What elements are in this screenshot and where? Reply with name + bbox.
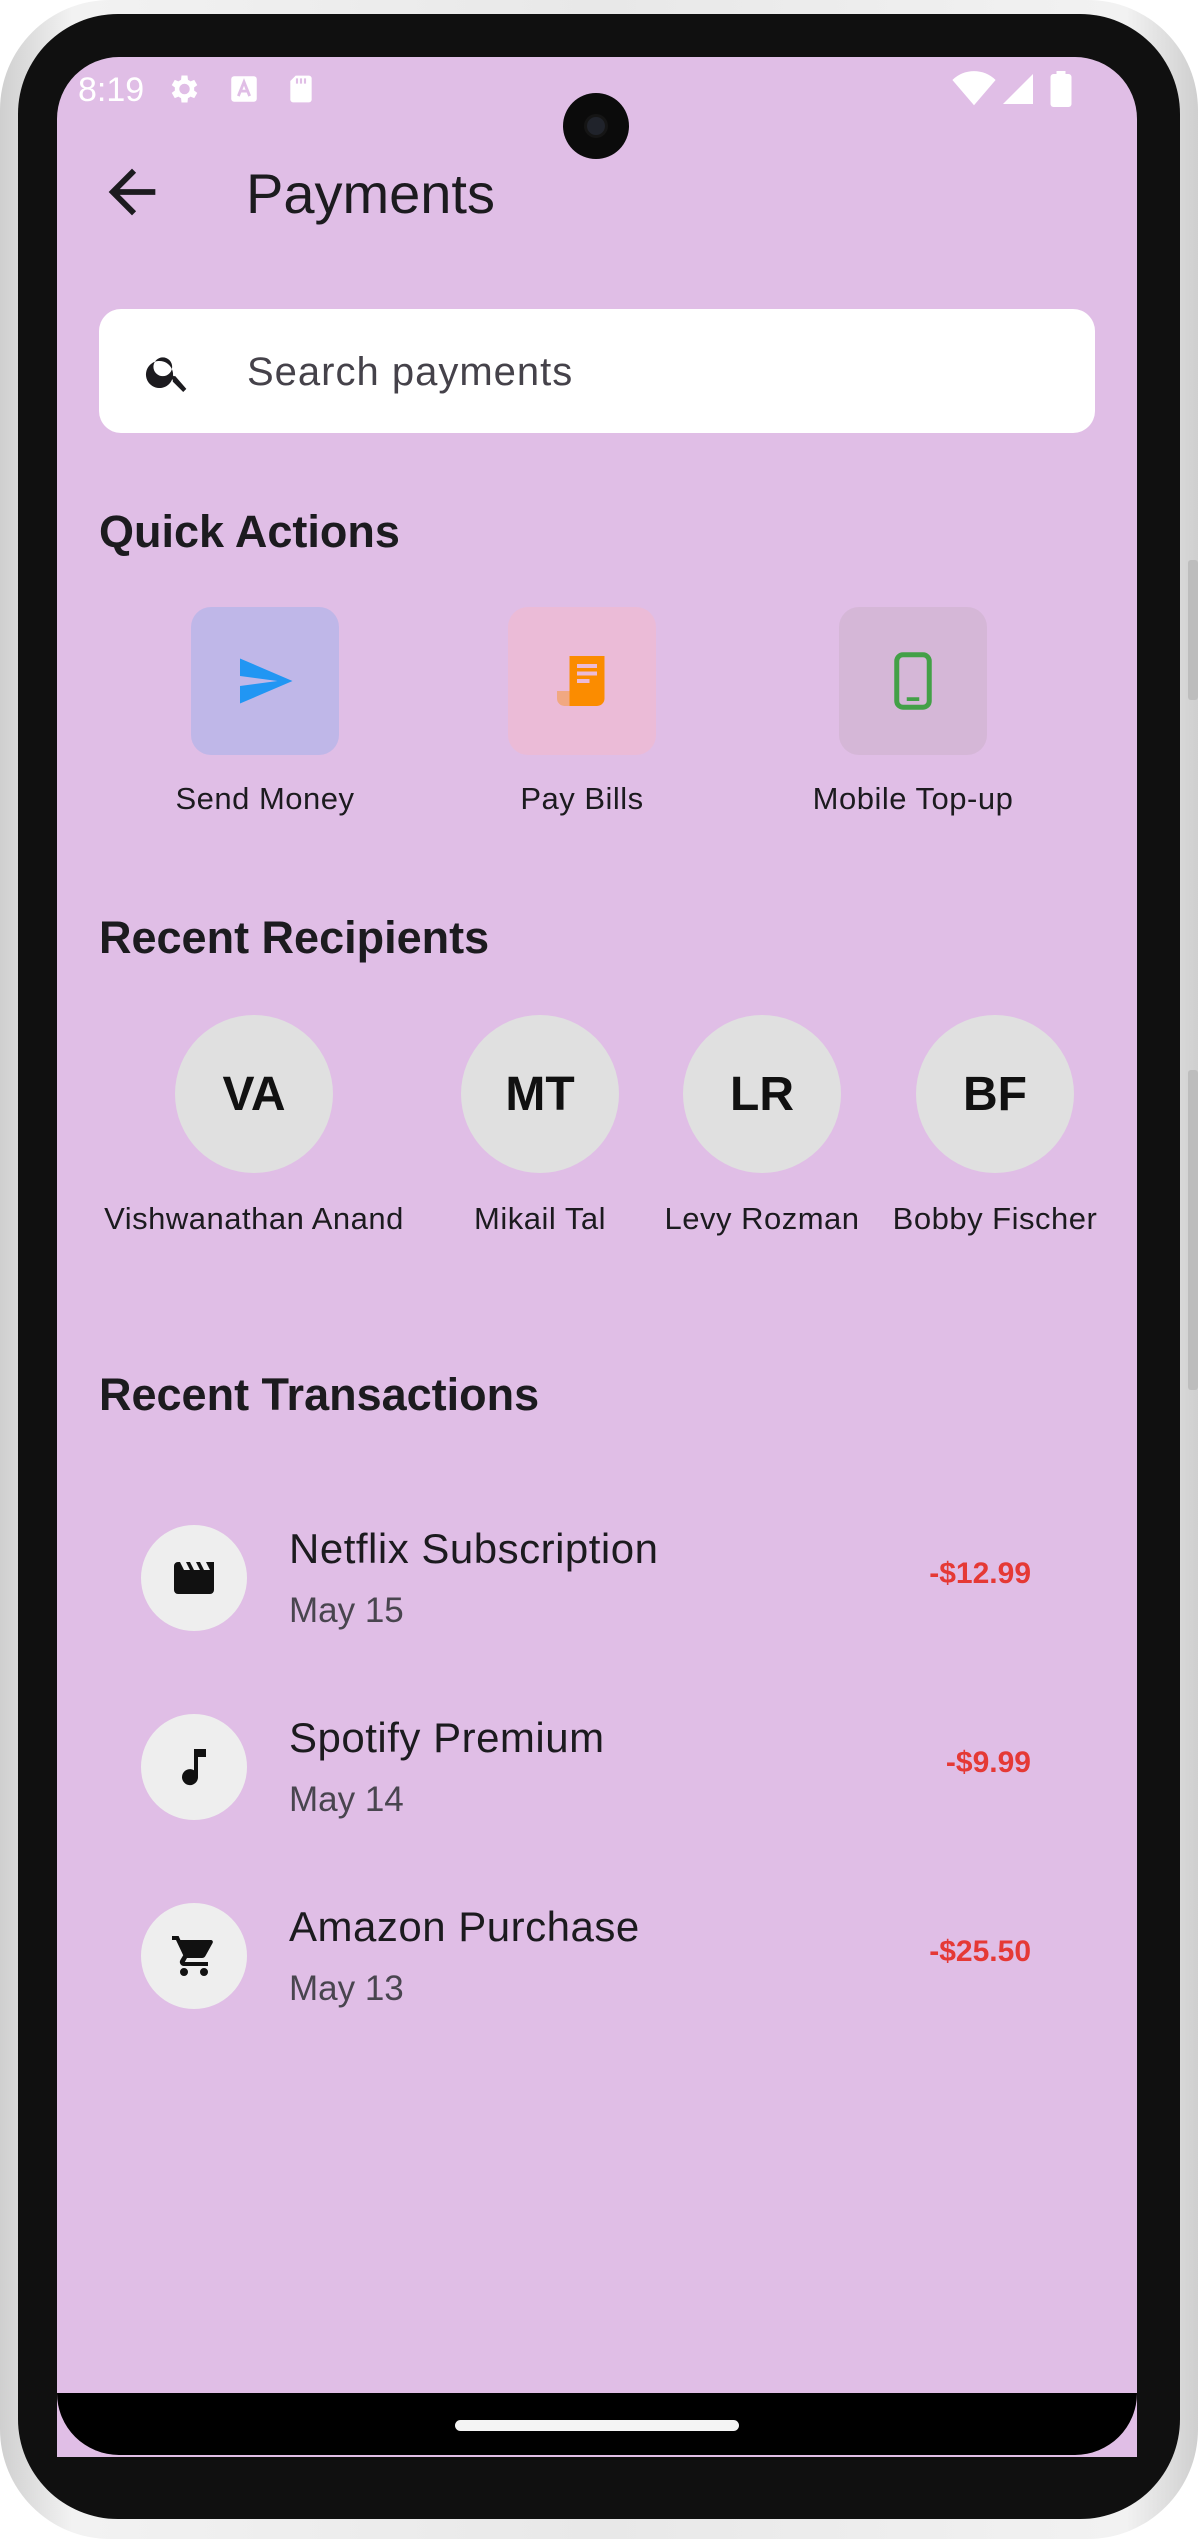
- transaction-amount: -$9.99: [945, 1746, 1031, 1779]
- battery-icon: [1049, 71, 1073, 112]
- page-title: Payments: [246, 162, 495, 225]
- transaction-name: Netflix Subscription: [289, 1525, 659, 1572]
- transaction-row[interactable]: Netflix Subscription May 15 -$12.99: [99, 1501, 1095, 1661]
- search-input[interactable]: [245, 309, 1069, 435]
- recipient-name: Vishwanathan Anand: [104, 1201, 404, 1236]
- recipient-name: Bobby Fischer: [892, 1201, 1098, 1236]
- pay-bills-label: Pay Bills: [520, 781, 644, 816]
- mobile-topup-label: Mobile Top-up: [812, 781, 1014, 816]
- transaction-name: Amazon Purchase: [289, 1903, 640, 1950]
- transaction-row[interactable]: Amazon Purchase May 13 -$25.50: [99, 1879, 1095, 2039]
- recipient-item[interactable]: BF Bobby Fischer: [885, 1015, 1105, 1255]
- recipient-avatar: MT: [461, 1015, 619, 1173]
- recipient-item[interactable]: LR Levy Rozman: [647, 1015, 877, 1255]
- send-money-action[interactable]: Send Money: [135, 607, 395, 827]
- recipient-item[interactable]: VA Vishwanathan Anand: [99, 1015, 409, 1255]
- status-time: 8:19: [78, 71, 145, 109]
- transaction-name: Spotify Premium: [289, 1714, 605, 1761]
- transaction-date: May 13: [289, 1969, 404, 2008]
- recent-recipients-title: Recent Recipients: [99, 912, 490, 963]
- mobile-topup-action[interactable]: Mobile Top-up: [783, 607, 1043, 827]
- send-money-tile[interactable]: [191, 607, 339, 755]
- arrow-back-icon: [108, 168, 156, 216]
- transaction-date: May 15: [289, 1591, 404, 1630]
- home-indicator[interactable]: [455, 2420, 739, 2431]
- gear-icon: [165, 71, 201, 112]
- music-note-icon: [182, 1749, 206, 1786]
- send-icon: [240, 658, 293, 704]
- recipient-avatar: LR: [683, 1015, 841, 1173]
- recipient-avatar: VA: [175, 1015, 333, 1173]
- search-bar[interactable]: [99, 309, 1095, 435]
- recipient-item[interactable]: MT Mikail Tal: [440, 1015, 640, 1255]
- text-a-icon: [227, 71, 261, 112]
- pay-bills-action[interactable]: Pay Bills: [452, 607, 712, 827]
- recent-transactions-title: Recent Transactions: [99, 1369, 540, 1420]
- receipt-icon: [557, 656, 605, 706]
- transaction-icon-avatar: [141, 1714, 247, 1820]
- shopping-cart-icon: [172, 1936, 213, 1976]
- quick-actions-title: Quick Actions: [99, 506, 400, 557]
- smartphone-icon: [894, 652, 932, 710]
- sd-card-icon: [285, 71, 317, 112]
- front-camera: [563, 93, 629, 159]
- recipient-avatar: BF: [916, 1015, 1074, 1173]
- transaction-amount: -$12.99: [929, 1557, 1031, 1590]
- recipient-name: Levy Rozman: [664, 1201, 860, 1236]
- search-icon: [143, 347, 193, 402]
- mobile-topup-tile[interactable]: [839, 607, 987, 755]
- transaction-row[interactable]: Spotify Premium May 14 -$9.99: [99, 1690, 1095, 1850]
- power-button: [1188, 1070, 1198, 1390]
- volume-button: [1188, 560, 1198, 700]
- wifi-icon: [952, 71, 996, 112]
- recipient-name: Mikail Tal: [474, 1201, 606, 1236]
- send-money-label: Send Money: [175, 781, 355, 816]
- transaction-icon-avatar: [141, 1525, 247, 1631]
- transaction-icon-avatar: [141, 1903, 247, 2009]
- pay-bills-tile[interactable]: [508, 607, 656, 755]
- transaction-amount: -$25.50: [929, 1935, 1031, 1968]
- app-screen: 8:19 Payments Quick Actions Send Money: [57, 57, 1137, 2457]
- transaction-date: May 14: [289, 1780, 404, 1819]
- movie-icon: [174, 1562, 214, 1594]
- signal-icon: [1000, 71, 1036, 112]
- back-button[interactable]: [97, 157, 167, 227]
